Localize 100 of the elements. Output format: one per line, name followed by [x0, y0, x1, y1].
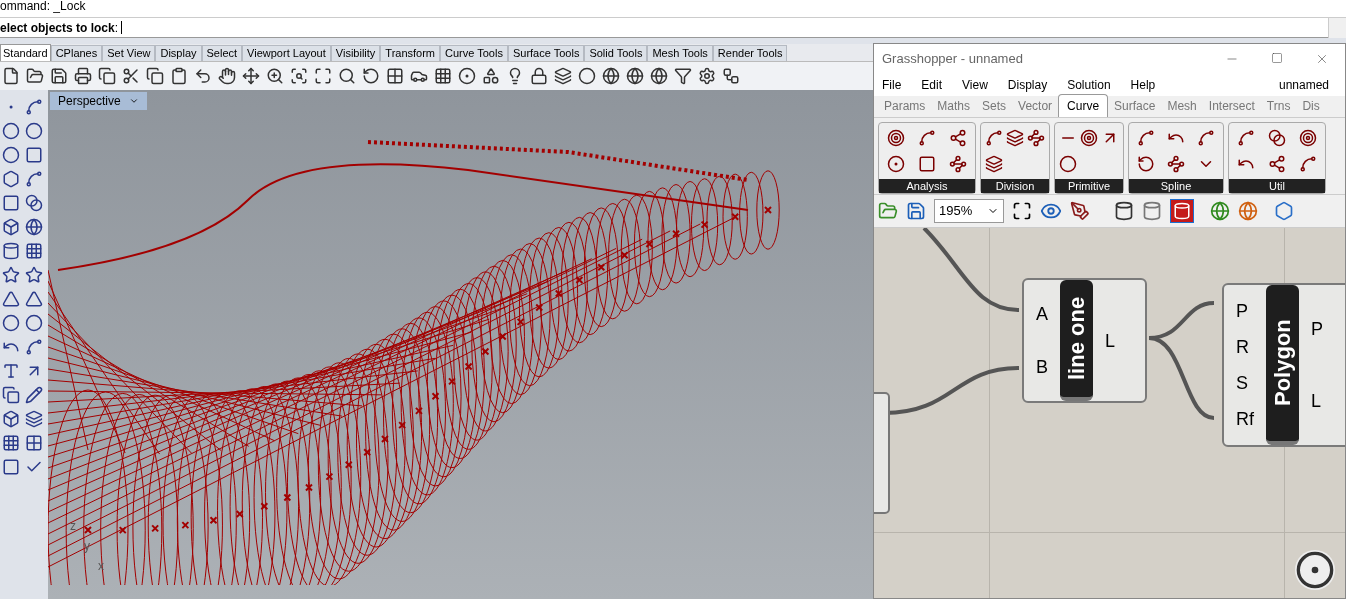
- settings-icon[interactable]: [698, 67, 716, 85]
- move-icon[interactable]: [242, 67, 260, 85]
- save-icon[interactable]: [50, 67, 68, 85]
- save-icon[interactable]: [906, 201, 926, 221]
- maximize-icon[interactable]: [1271, 52, 1283, 64]
- toolbar-tab[interactable]: Mesh Tools: [647, 45, 713, 61]
- search-icon[interactable]: [338, 67, 356, 85]
- component-tab[interactable]: Mesh: [1161, 95, 1203, 117]
- copy-icon[interactable]: [98, 67, 116, 85]
- component-icon[interactable]: [1298, 129, 1317, 147]
- open-file-icon[interactable]: [878, 201, 898, 221]
- toolbar-tab[interactable]: Display: [155, 45, 202, 61]
- component-icon[interactable]: [1268, 129, 1286, 147]
- scrollbar[interactable]: [1328, 17, 1346, 38]
- component-icon[interactable]: [1080, 129, 1098, 147]
- menu-item[interactable]: Help: [1130, 76, 1156, 94]
- box-icon[interactable]: [2, 410, 20, 428]
- new-file-icon[interactable]: [2, 67, 20, 85]
- hexagon-icon[interactable]: [1274, 201, 1294, 221]
- text-icon[interactable]: [2, 362, 20, 380]
- component-icon[interactable]: [1058, 155, 1077, 173]
- shapes-icon[interactable]: [482, 67, 500, 85]
- square-icon[interactable]: [2, 458, 20, 476]
- component-icon[interactable]: [984, 129, 1003, 147]
- component-icon[interactable]: [1298, 155, 1317, 173]
- undo-icon[interactable]: [194, 67, 212, 85]
- component-icon[interactable]: [948, 155, 967, 173]
- circle-icon[interactable]: [2, 122, 20, 140]
- component-tab[interactable]: Sets: [976, 95, 1013, 117]
- component-icon[interactable]: [1237, 129, 1256, 147]
- circle-point-icon[interactable]: [458, 67, 476, 85]
- mesh-icon[interactable]: [25, 242, 43, 260]
- toolbar-tab[interactable]: Set View: [102, 45, 156, 61]
- component-tab[interactable]: Trns: [1260, 95, 1297, 117]
- menu-item[interactable]: Edit: [921, 76, 943, 94]
- cut-icon[interactable]: [122, 67, 140, 85]
- curve-icon[interactable]: [25, 338, 43, 356]
- toolbar-tab[interactable]: Render Tools: [712, 45, 788, 61]
- zoom-extents-icon[interactable]: [1012, 201, 1032, 221]
- hand-icon[interactable]: [218, 67, 236, 85]
- toolbar-tab[interactable]: CPlanes: [50, 45, 103, 61]
- component-tab[interactable]: Surface: [1108, 95, 1162, 117]
- print-icon[interactable]: [74, 67, 92, 85]
- ellipse-icon[interactable]: [25, 122, 43, 140]
- component-icon[interactable]: [887, 129, 906, 147]
- zoom-in-icon[interactable]: [266, 67, 284, 85]
- edit-icon[interactable]: [25, 386, 43, 404]
- menu-item[interactable]: View: [962, 76, 988, 94]
- layers-icon[interactable]: [554, 67, 572, 85]
- folder-icon[interactable]: [26, 67, 44, 85]
- layers-icon[interactable]: [25, 410, 43, 428]
- polygon-icon[interactable]: [2, 170, 20, 188]
- menu-item[interactable]: Display: [1007, 76, 1048, 94]
- grid-icon[interactable]: [25, 434, 43, 452]
- viewport-title[interactable]: Perspective: [50, 92, 147, 110]
- toolbar-tab[interactable]: Surface Tools: [507, 45, 585, 61]
- zoom-dropdown[interactable]: 195%: [934, 199, 1004, 223]
- component-icon[interactable]: [1137, 129, 1155, 147]
- component-icon[interactable]: [1027, 129, 1046, 147]
- component-icon[interactable]: [1268, 155, 1286, 173]
- toolbar-tab[interactable]: Curve Tools: [440, 45, 508, 61]
- component-icon[interactable]: [984, 155, 1003, 173]
- close-icon[interactable]: [1315, 52, 1329, 66]
- component-tab[interactable]: Maths: [931, 95, 977, 117]
- zoom-extents-icon[interactable]: [314, 67, 332, 85]
- component-icon[interactable]: [887, 155, 906, 173]
- box-icon[interactable]: [2, 218, 20, 236]
- toolbar-tab[interactable]: Select: [201, 45, 243, 61]
- viewport-grid-icon[interactable]: [386, 67, 404, 85]
- menu-item[interactable]: File: [882, 76, 902, 94]
- lock-icon[interactable]: [530, 67, 548, 85]
- component-tab[interactable]: Vector: [1012, 95, 1059, 117]
- component-tab[interactable]: Curve: [1058, 94, 1109, 117]
- component-tab[interactable]: Params: [878, 95, 932, 117]
- curve-icon[interactable]: [25, 98, 43, 116]
- cylinder-icon[interactable]: [2, 242, 20, 260]
- toolbar-tab[interactable]: Viewport Layout: [242, 45, 331, 61]
- component-tab[interactable]: Dis: [1296, 95, 1326, 117]
- component-icon[interactable]: [1006, 129, 1024, 147]
- caret-icon[interactable]: [128, 96, 139, 106]
- component-icon[interactable]: [918, 129, 936, 147]
- component-icon[interactable]: [1167, 155, 1185, 173]
- menu-item[interactable]: Solution: [1067, 76, 1111, 94]
- rotate-icon[interactable]: [362, 67, 380, 85]
- component-icon[interactable]: [948, 129, 967, 147]
- component-tab[interactable]: Intersect: [1202, 95, 1261, 117]
- navigation-wheel-icon[interactable]: [1295, 550, 1335, 590]
- toolbar-tab[interactable]: Solid Tools: [584, 45, 648, 61]
- pen-icon[interactable]: [1070, 201, 1090, 221]
- toolbar-tab[interactable]: Transform: [380, 45, 441, 61]
- filter-icon[interactable]: [674, 67, 692, 85]
- toolbar-tab[interactable]: Visibility: [330, 45, 381, 61]
- component-icon[interactable]: [1137, 155, 1155, 173]
- fillet-icon[interactable]: [25, 170, 43, 188]
- grid-icon[interactable]: [434, 67, 452, 85]
- component-icon[interactable]: [918, 155, 936, 173]
- rectangle-icon[interactable]: [25, 146, 43, 164]
- zoom-window-icon[interactable]: [290, 67, 308, 85]
- paste-icon[interactable]: [170, 67, 188, 85]
- component-icon[interactable]: [1197, 129, 1215, 147]
